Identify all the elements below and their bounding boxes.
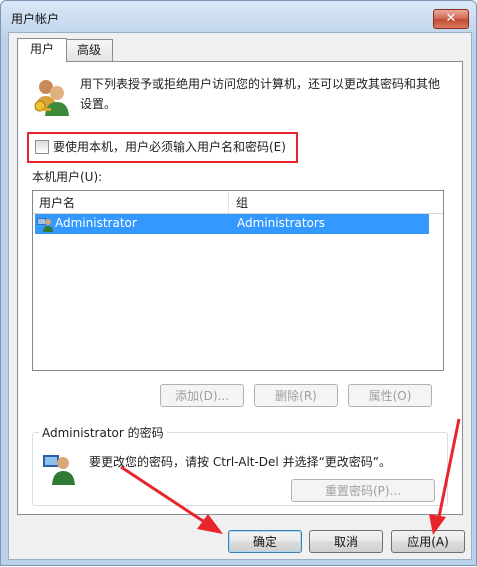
users-group-icon [34,80,69,116]
column-group[interactable]: 组 [236,194,248,211]
tab-users[interactable]: 用户 [17,38,67,62]
remove-user-button[interactable]: 删除(R) [254,384,338,407]
properties-button[interactable]: 属性(O) [348,384,432,407]
ok-button[interactable]: 确定 [228,530,302,553]
password-group-title: Administrator 的密码 [39,424,167,441]
password-groupbox: Administrator 的密码 要更改您的密码，请按 Ctrl-Alt-De… [32,424,448,506]
password-instructions: 要更改您的密码，请按 Ctrl-Alt-Del 并选择“更改密码”。 [89,455,392,469]
list-header: 用户名 组 [33,191,443,214]
cell-group: Administrators [237,216,326,230]
cell-username: Administrator [55,216,137,230]
column-username[interactable]: 用户名 [39,194,75,211]
apply-button[interactable]: 应用(A) [391,530,465,553]
dialog-client-area: 用户 高级 用下列表授予或拒绝用户访问您的计算机，还可以更改其密码和其他设置。 … [8,32,472,560]
require-password-highlight: 要使用本机，用户必须输入用户名和密码(E) [27,132,298,163]
user-accounts-dialog: 用户帐户 ✕ 用户 高级 用下列表授予或拒绝用户访问您的计算机，还可以更改其密码… [0,0,477,566]
require-password-checkbox[interactable] [35,140,49,154]
user-key-icon [43,455,75,485]
tab-advanced[interactable]: 高级 [65,39,113,61]
local-users-label: 本机用户(U): [32,170,103,184]
description-text: 用下列表授予或拒绝用户访问您的计算机，还可以更改其密码和其他设置。 [80,77,441,111]
cancel-button[interactable]: 取消 [309,530,383,553]
users-list-view[interactable]: 用户名 组 Administrator Administrators [32,190,444,371]
user-account-icon [37,218,53,232]
title-bar[interactable]: 用户帐户 ✕ [1,1,476,35]
close-button[interactable]: ✕ [433,9,469,29]
users-tab-panel: 用下列表授予或拒绝用户访问您的计算机，还可以更改其密码和其他设置。 要使用本机，… [17,61,463,515]
require-password-label[interactable]: 要使用本机，用户必须输入用户名和密码(E) [53,138,286,155]
column-separator [228,191,229,213]
reset-password-button[interactable]: 重置密码(P)... [291,479,435,502]
add-user-button[interactable]: 添加(D)... [160,384,244,407]
window-title: 用户帐户 [11,12,60,26]
table-row[interactable]: Administrator Administrators [35,214,429,234]
